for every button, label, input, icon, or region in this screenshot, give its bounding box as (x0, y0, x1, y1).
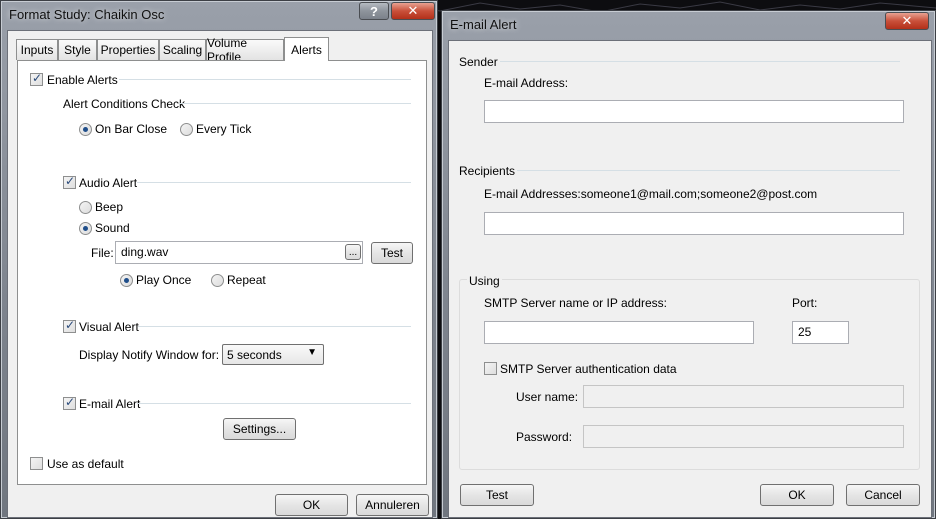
every-tick-radio[interactable] (180, 123, 193, 136)
close-button[interactable]: ✕ (391, 2, 435, 20)
divider (138, 326, 411, 327)
window-title: E-mail Alert (450, 17, 517, 32)
every-tick-label: Every Tick (196, 122, 252, 136)
tab-alerts[interactable]: Alerts (284, 37, 329, 61)
tab-scaling[interactable]: Scaling (159, 39, 206, 60)
recipients-label: E-mail Addresses:someone1@mail.com;someo… (484, 187, 818, 201)
on-bar-close-radio[interactable] (79, 123, 92, 136)
divider (517, 170, 900, 171)
tab-inputs[interactable]: Inputs (16, 39, 58, 60)
ok-button[interactable]: OK (760, 484, 834, 506)
beep-radio[interactable] (79, 201, 92, 214)
repeat-label: Repeat (227, 273, 266, 287)
password-label: Password: (516, 430, 573, 444)
audio-alert-label: Audio Alert (79, 176, 138, 190)
test-sound-button[interactable]: Test (371, 242, 413, 264)
sound-radio[interactable] (79, 222, 92, 235)
alert-conditions-heading: Alert Conditions Check (63, 97, 186, 111)
divider (179, 103, 411, 104)
divider (137, 403, 411, 404)
ok-button[interactable]: OK (275, 494, 348, 516)
tab-volume-profile[interactable]: Volume Profile (206, 36, 284, 64)
sender-heading: Sender (459, 55, 498, 69)
test-email-button[interactable]: Test (460, 484, 534, 506)
smtp-auth-checkbox[interactable] (484, 362, 497, 375)
use-as-default-label: Use as default (47, 457, 124, 471)
email-alert-window: E-mail Alert ✕ Sender E-mail Address: Re… (441, 10, 936, 519)
beep-label: Beep (95, 200, 124, 214)
visual-alert-checkbox[interactable] (63, 318, 76, 333)
repeat-radio[interactable] (211, 274, 224, 287)
username-input[interactable] (583, 385, 904, 408)
window-title: Format Study: Chaikin Osc (9, 7, 165, 22)
tab-style[interactable]: Style (58, 39, 97, 60)
play-once-label: Play Once (136, 273, 192, 287)
chevron-down-icon: ▼ (307, 347, 317, 358)
using-heading: Using (467, 274, 502, 288)
smtp-auth-label: SMTP Server authentication data (500, 362, 677, 376)
audio-alert-checkbox[interactable] (63, 174, 76, 189)
help-button[interactable]: ? (359, 2, 389, 20)
on-bar-close-label: On Bar Close (95, 122, 168, 136)
notify-duration-select[interactable]: 5 seconds ▼ (222, 344, 324, 365)
visual-alert-label: Visual Alert (79, 320, 139, 334)
play-once-radio[interactable] (120, 274, 133, 287)
notify-duration-value: 5 seconds (227, 348, 282, 362)
file-label: File: (91, 246, 114, 260)
port-label: Port: (792, 296, 818, 310)
browse-button[interactable]: ... (345, 244, 361, 260)
enable-alerts-checkbox[interactable] (30, 71, 43, 86)
close-button[interactable]: ✕ (885, 12, 929, 30)
sender-email-label: E-mail Address: (484, 76, 569, 90)
file-input[interactable]: ding.wav (115, 241, 363, 264)
email-alert-checkbox[interactable] (63, 395, 76, 410)
sound-label: Sound (95, 221, 130, 235)
tab-properties[interactable]: Properties (97, 39, 159, 60)
smtp-server-input[interactable] (484, 321, 754, 344)
divider (500, 61, 900, 62)
cancel-button[interactable]: Annuleren (356, 494, 429, 516)
password-input[interactable] (583, 425, 904, 448)
port-input[interactable]: 25 (792, 321, 849, 344)
cancel-button[interactable]: Cancel (846, 484, 920, 506)
email-alert-label: E-mail Alert (79, 397, 141, 411)
divider (137, 182, 411, 183)
recipients-input[interactable] (484, 212, 904, 235)
enable-alerts-label: Enable Alerts (47, 73, 118, 87)
format-study-window: Format Study: Chaikin Osc ? ✕ Inputs Sty… (0, 0, 438, 519)
divider (119, 79, 411, 80)
notify-label: Display Notify Window for: (79, 348, 220, 362)
recipients-heading: Recipients (459, 164, 516, 178)
smtp-server-label: SMTP Server name or IP address: (484, 296, 667, 310)
sender-email-input[interactable] (484, 100, 904, 123)
email-settings-button[interactable]: Settings... (223, 418, 296, 440)
use-as-default-checkbox[interactable] (30, 457, 43, 470)
username-label: User name: (516, 390, 579, 404)
